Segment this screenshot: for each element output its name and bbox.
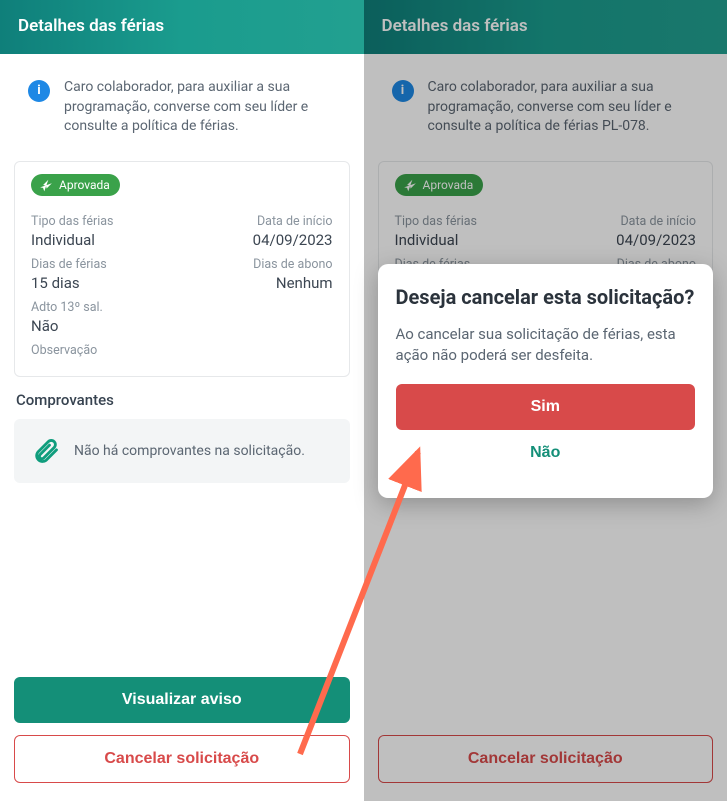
view-notice-button[interactable]: Visualizar aviso [14, 677, 350, 723]
modal-title: Deseja cancelar esta solicitação? [396, 284, 696, 310]
abono-label: Dias de abono [253, 257, 332, 272]
footer-actions: Visualizar aviso Cancelar solicitação [0, 665, 364, 801]
confirm-no-button[interactable]: Não [396, 430, 696, 476]
status-label: Aprovada [59, 178, 110, 192]
receipts-heading: Comprovantes [16, 391, 348, 409]
receipts-empty-state: Não há comprovantes na solicitação. [14, 419, 350, 483]
start-value: 04/09/2023 [253, 231, 333, 249]
airplane-icon [39, 178, 53, 192]
status-badge: Aprovada [31, 174, 120, 196]
receipts-empty-text: Não há comprovantes na solicitação. [74, 443, 305, 459]
cancel-request-button[interactable]: Cancelar solicitação [14, 735, 350, 783]
confirm-cancel-modal: Deseja cancelar esta solicitação? Ao can… [378, 264, 714, 498]
obs-label: Observação [31, 343, 97, 358]
type-label: Tipo das férias [31, 214, 114, 229]
abono-value: Nenhum [253, 274, 332, 292]
days-value: 15 dias [31, 274, 107, 292]
info-text: Caro colaborador, para auxiliar a sua pr… [64, 79, 308, 134]
confirm-yes-button[interactable]: Sim [396, 384, 696, 430]
paperclip-icon [32, 437, 60, 465]
type-value: Individual [31, 231, 114, 249]
vacation-card: Aprovada Tipo das férias Individual Data… [14, 161, 350, 377]
page-title: Detalhes das férias [0, 0, 364, 54]
adto-label: Adto 13º sal. [31, 300, 103, 315]
days-label: Dias de férias [31, 257, 107, 272]
modal-body: Ao cancelar sua solicitação de férias, e… [396, 324, 696, 366]
info-icon: i [28, 80, 50, 102]
screen-detail-left: Detalhes das férias i Caro colaborador, … [0, 0, 364, 801]
adto-value: Não [31, 317, 103, 335]
start-label: Data de início [253, 214, 333, 229]
screen-detail-right: Detalhes das férias i Caro colaborador, … [364, 0, 727, 801]
info-banner: i Caro colaborador, para auxiliar a sua … [14, 64, 350, 151]
